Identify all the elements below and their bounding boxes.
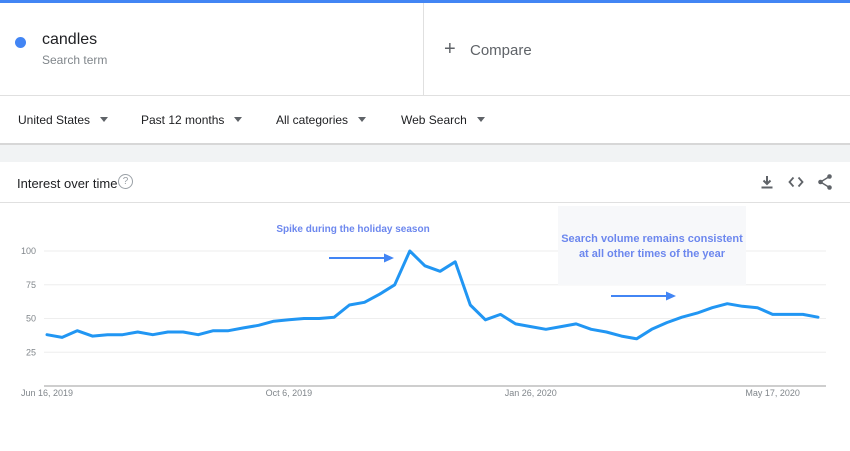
data-point[interactable]	[662, 318, 672, 328]
data-point[interactable]	[556, 322, 566, 332]
x-tick-label: May 17, 2020	[745, 388, 800, 398]
data-point[interactable]	[208, 326, 218, 336]
data-point[interactable]	[647, 324, 657, 334]
x-tick-label: Jun 16, 2019	[21, 388, 73, 398]
data-point[interactable]	[496, 309, 506, 319]
data-point[interactable]	[133, 327, 143, 337]
search-terms-bar: candles Search term + Compare	[0, 3, 850, 96]
data-point[interactable]	[163, 327, 173, 337]
data-point[interactable]	[390, 280, 400, 290]
data-point[interactable]	[102, 330, 112, 340]
data-point[interactable]	[707, 303, 717, 313]
y-tick-label: 100	[21, 246, 36, 256]
annotation-spike: Spike during the holiday season	[276, 224, 429, 235]
data-point[interactable]	[118, 330, 128, 340]
data-point[interactable]	[571, 319, 581, 329]
data-point[interactable]	[359, 297, 369, 307]
search-term-name[interactable]: candles	[42, 31, 97, 49]
caret-down-icon	[234, 117, 243, 123]
data-point[interactable]	[239, 323, 249, 333]
data-point[interactable]	[148, 330, 158, 340]
data-point[interactable]	[329, 312, 339, 322]
interest-over-time-card: Interest over time ? 25 50 75 100 Jun 16, 20…	[0, 162, 850, 451]
data-point[interactable]	[193, 330, 203, 340]
data-point[interactable]	[57, 332, 67, 342]
data-point[interactable]	[420, 261, 430, 271]
data-point[interactable]	[616, 331, 626, 341]
data-point[interactable]	[601, 327, 611, 337]
data-point[interactable]	[511, 319, 521, 329]
caret-down-icon	[476, 117, 485, 123]
arrow-right-icon-head	[666, 291, 676, 301]
data-point[interactable]	[405, 246, 415, 256]
data-point[interactable]	[480, 315, 490, 325]
data-point[interactable]	[677, 312, 687, 322]
data-point[interactable]	[450, 257, 460, 267]
term-color-dot	[15, 37, 26, 48]
filter-search-type-dropdown[interactable]: Web Search	[401, 113, 485, 127]
filter-category-dropdown[interactable]: All categories	[276, 113, 367, 127]
data-point[interactable]	[586, 324, 596, 334]
data-point[interactable]	[314, 314, 324, 324]
data-point[interactable]	[526, 322, 536, 332]
data-point[interactable]	[87, 331, 97, 341]
data-point[interactable]	[753, 303, 763, 313]
filter-region-dropdown[interactable]: United States	[18, 113, 109, 127]
data-point[interactable]	[722, 299, 732, 309]
filter-region-label: United States	[18, 113, 91, 127]
filter-time-label: Past 12 months	[141, 113, 225, 127]
data-point[interactable]	[692, 308, 702, 318]
y-tick-label: 25	[26, 347, 36, 357]
search-term-card[interactable]: candles Search term	[0, 3, 424, 96]
y-tick-label: 50	[26, 314, 36, 324]
filter-category-label: All categories	[276, 113, 349, 127]
compare-button[interactable]: + Compare	[424, 3, 850, 96]
data-point[interactable]	[72, 326, 82, 336]
section-separator	[0, 143, 850, 162]
data-point[interactable]	[375, 289, 385, 299]
caret-down-icon	[100, 117, 109, 123]
data-point[interactable]	[737, 301, 747, 311]
interest-line-chart: 25 50 75 100 Jun 16, 2019 Oct 6, 2019 Jan 26, …	[21, 206, 826, 398]
data-point[interactable]	[541, 324, 551, 334]
annotation-consistent: Search volume remains consistent	[561, 233, 743, 245]
data-point[interactable]	[435, 266, 445, 276]
search-term-subtitle: Search term	[42, 53, 108, 67]
data-point[interactable]	[178, 327, 188, 337]
data-point[interactable]	[223, 326, 233, 336]
data-point[interactable]	[783, 309, 793, 319]
data-point[interactable]	[269, 316, 279, 326]
data-point[interactable]	[284, 315, 294, 325]
y-tick-label: 75	[26, 280, 36, 290]
data-point[interactable]	[813, 312, 823, 322]
data-point[interactable]	[42, 330, 52, 340]
data-point[interactable]	[632, 334, 642, 344]
caret-down-icon	[358, 117, 367, 123]
data-point[interactable]	[344, 300, 354, 310]
x-tick-label: Jan 26, 2020	[505, 388, 557, 398]
filter-time-dropdown[interactable]: Past 12 months	[141, 113, 243, 127]
annotation-consistent: at all other times of the year	[579, 248, 726, 260]
compare-label: Compare	[470, 42, 532, 59]
plus-icon: +	[444, 38, 456, 60]
data-point[interactable]	[798, 309, 808, 319]
filters-bar: United States Past 12 months All categor…	[0, 97, 850, 143]
data-point[interactable]	[465, 300, 475, 310]
data-point[interactable]	[254, 320, 264, 330]
x-tick-label: Oct 6, 2019	[266, 388, 313, 398]
annotation-box	[558, 206, 746, 285]
data-point[interactable]	[299, 314, 309, 324]
filter-search-type-label: Web Search	[401, 113, 467, 127]
arrow-right-icon-head	[384, 253, 394, 263]
data-point[interactable]	[768, 309, 778, 319]
